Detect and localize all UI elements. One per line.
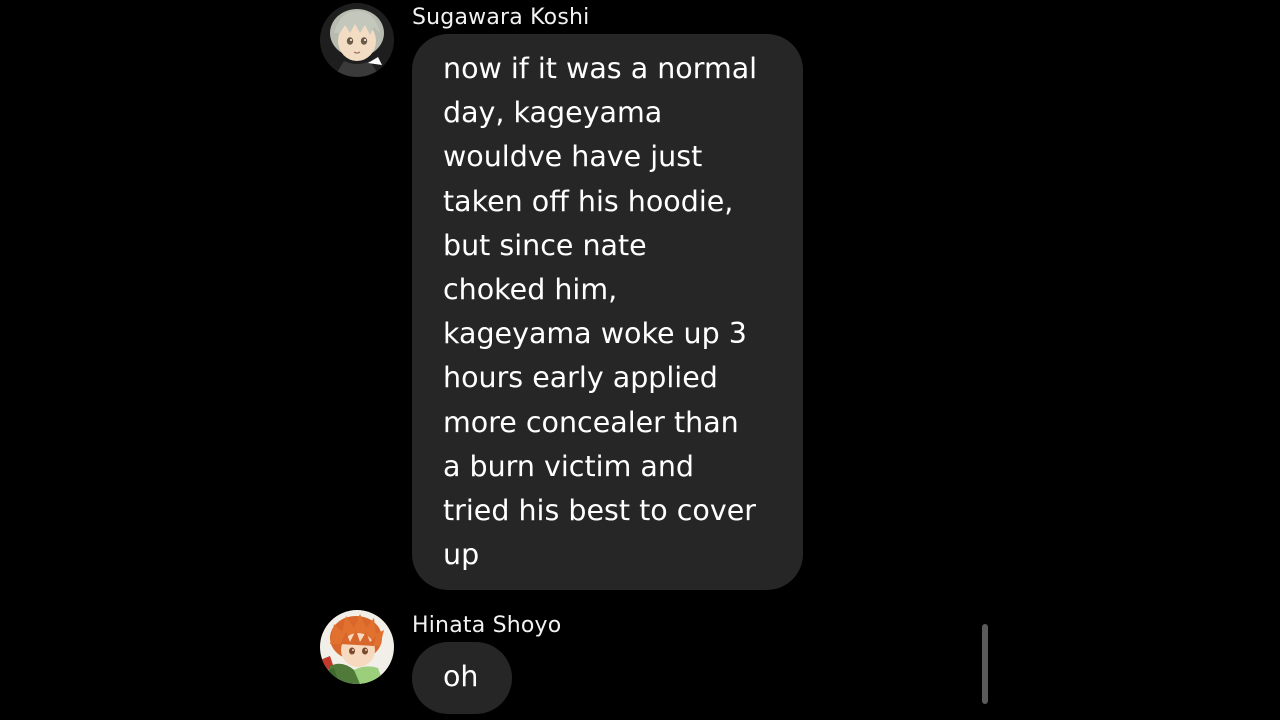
hinata-avatar-icon[interactable] — [320, 610, 394, 684]
message-bubble[interactable]: oh — [412, 642, 512, 714]
chat-thread[interactable]: Sugawara Koshi now if it was a normal da… — [0, 0, 1280, 720]
message-group-hinata: Hinata Shoyo oh — [320, 608, 620, 720]
message-text-line: choked him, — [443, 273, 618, 307]
message-text-line: kageyama woke up 3 — [443, 317, 747, 351]
message-text-line: wouldve have just — [443, 140, 703, 174]
message-text-line: up — [443, 538, 480, 572]
scrollbar[interactable] — [982, 624, 988, 704]
message-group-sugawara: Sugawara Koshi now if it was a normal da… — [320, 0, 820, 600]
message-text-line: hours early applied — [443, 361, 718, 395]
message-bubble[interactable]: now if it was a normal day, kageyama wou… — [412, 34, 803, 590]
message-text-line: a burn victim and — [443, 449, 695, 483]
sender-name: Hinata Shoyo — [412, 613, 562, 638]
message-text-line: tried his best to cover — [443, 494, 756, 528]
message-text-line: but since nate — [443, 228, 647, 262]
message-text-line: taken off his hoodie, — [443, 184, 734, 218]
sugawara-avatar-icon[interactable] — [320, 3, 394, 77]
message-text-line: oh — [443, 660, 479, 693]
message-text-line: more concealer than — [443, 405, 739, 439]
sender-name: Sugawara Koshi — [412, 5, 590, 30]
message-text-line: day, kageyama — [443, 96, 663, 130]
message-text-line: now if it was a normal — [443, 52, 758, 85]
